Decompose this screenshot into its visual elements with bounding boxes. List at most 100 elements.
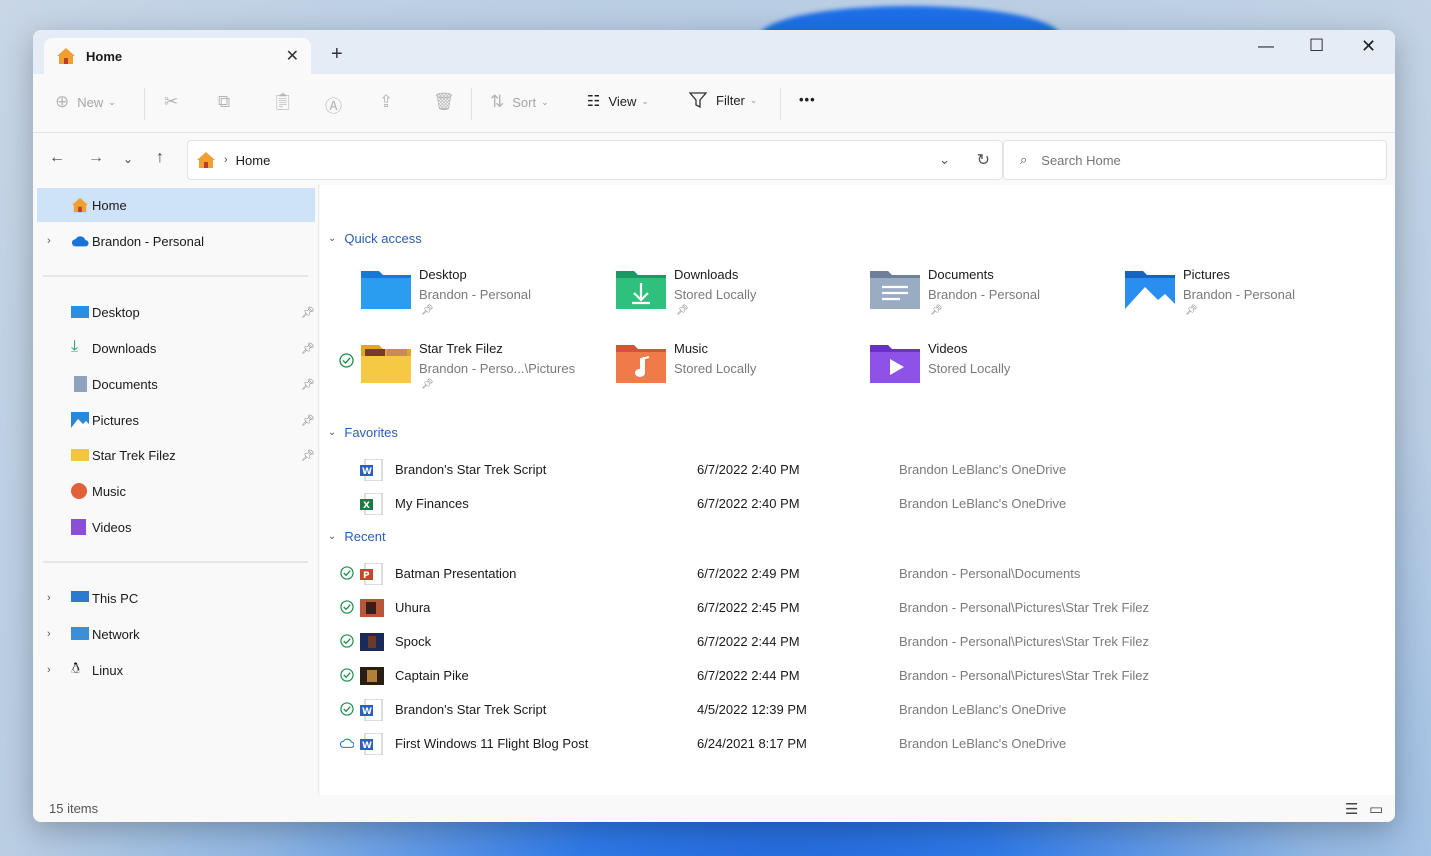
file-location: Brandon LeBlanc's OneDrive bbox=[899, 702, 1067, 717]
table-row[interactable]: W Brandon's Star Trek Script 6/7/2022 2:… bbox=[320, 453, 1395, 487]
synced-check-icon bbox=[340, 566, 354, 580]
back-icon[interactable]: ← bbox=[49, 149, 65, 167]
quick-access-header[interactable]: ⌄ Quick access bbox=[328, 231, 422, 246]
file-date: 6/7/2022 2:44 PM bbox=[697, 668, 800, 683]
file-date: 6/7/2022 2:40 PM bbox=[697, 462, 800, 477]
minimize-icon[interactable]: — bbox=[1258, 38, 1274, 56]
image-thumbnail-icon bbox=[360, 633, 384, 651]
sidebar-item-home[interactable]: Home bbox=[37, 188, 315, 222]
view-button[interactable]: ☷ View ⌄ bbox=[587, 92, 649, 110]
copy-button[interactable]: ⧉ bbox=[218, 92, 230, 112]
synced-check-icon bbox=[340, 634, 354, 648]
table-row[interactable]: W Brandon's Star Trek Script 4/5/2022 12… bbox=[320, 693, 1395, 727]
file-name: My Finances bbox=[395, 496, 469, 511]
pin-icon[interactable]: 📌︎ bbox=[301, 342, 315, 355]
svg-text:X: X bbox=[363, 501, 370, 511]
close-window-icon[interactable]: ✕ bbox=[1361, 36, 1376, 57]
sidebar-label: Documents bbox=[92, 376, 158, 392]
share-button[interactable]: ⇪ bbox=[379, 92, 393, 112]
chevron-right-icon[interactable]: › bbox=[47, 592, 51, 604]
sidebar-item-desktop[interactable]: Desktop 📌︎ bbox=[37, 295, 315, 329]
sidebar-item-music[interactable]: Music bbox=[37, 474, 315, 508]
more-options-button[interactable]: ••• bbox=[799, 92, 816, 107]
file-location: Brandon LeBlanc's OneDrive bbox=[899, 462, 1067, 477]
close-tab-icon[interactable]: ✕ bbox=[286, 46, 299, 66]
details-view-icon[interactable]: ☰ bbox=[1345, 800, 1358, 818]
sidebar-label: Brandon - Personal bbox=[92, 233, 205, 249]
sidebar-item-network[interactable]: › Network bbox=[37, 617, 315, 651]
quick-access-documents[interactable]: Documents Brandon - Personal 📌︎ bbox=[870, 263, 1120, 323]
toolbar-divider bbox=[144, 88, 145, 120]
table-row[interactable]: X My Finances 6/7/2022 2:40 PM Brandon L… bbox=[320, 487, 1395, 521]
address-dropdown-icon[interactable]: ⌄ bbox=[939, 152, 950, 168]
rename-button[interactable]: Ⓐ bbox=[325, 92, 342, 117]
quick-access-star-trek-filez[interactable]: Star Trek Filez Brandon - Perso...\Pictu… bbox=[339, 337, 611, 397]
quick-access-videos[interactable]: Videos Stored Locally bbox=[870, 337, 1120, 397]
recent-locations-icon[interactable]: ⌄ bbox=[123, 152, 133, 166]
search-input[interactable]: ⌕ Search Home bbox=[1003, 140, 1387, 180]
forward-icon[interactable]: → bbox=[88, 149, 104, 167]
copy-icon: ⧉ bbox=[218, 92, 231, 111]
table-row[interactable]: Captain Pike 6/7/2022 2:44 PM Brandon - … bbox=[320, 659, 1395, 693]
paste-button[interactable]: 📋︎ bbox=[272, 92, 294, 112]
sidebar-item-linux[interactable]: › 🐧︎ Linux bbox=[37, 653, 315, 687]
sidebar-item-documents[interactable]: Documents 📌︎ bbox=[37, 367, 315, 401]
pin-icon: 📌︎ bbox=[676, 305, 689, 316]
chevron-right-icon[interactable]: › bbox=[47, 664, 51, 676]
videos-icon bbox=[71, 519, 86, 535]
sort-button[interactable]: ⇅ Sort ⌄ bbox=[490, 92, 549, 112]
pin-icon[interactable]: 📌︎ bbox=[301, 414, 315, 427]
word-document-icon: W bbox=[360, 459, 383, 481]
sidebar-item-star-trek-filez[interactable]: Star Trek Filez 📌︎ bbox=[37, 438, 315, 472]
table-row[interactable]: Uhura 6/7/2022 2:45 PM Brandon - Persona… bbox=[320, 591, 1395, 625]
pin-icon[interactable]: 📌︎ bbox=[301, 306, 315, 319]
chevron-down-icon: ⌄ bbox=[328, 427, 337, 438]
videos-folder-icon bbox=[870, 345, 920, 383]
quick-access-pictures[interactable]: Pictures Brandon - Personal 📌︎ bbox=[1125, 263, 1375, 323]
favorites-header[interactable]: ⌄ Favorites bbox=[328, 425, 398, 440]
sidebar-item-videos[interactable]: Videos bbox=[37, 510, 315, 544]
address-bar[interactable]: › Home ⌄ ↻ bbox=[187, 140, 1003, 180]
sidebar-item-this-pc[interactable]: › This PC bbox=[37, 581, 315, 615]
tiles-view-icon[interactable]: ▭ bbox=[1369, 800, 1383, 818]
scissors-icon: ✂ bbox=[164, 92, 179, 111]
status-bar: 15 items ☰ ▭ bbox=[33, 795, 1395, 822]
search-placeholder: Search Home bbox=[1041, 152, 1121, 168]
file-name: Brandon's Star Trek Script bbox=[395, 462, 547, 477]
tab-home[interactable]: Home ✕ bbox=[44, 38, 311, 74]
maximize-icon[interactable]: ☐ bbox=[1309, 36, 1324, 56]
new-button[interactable]: ⊕ New ⌄ bbox=[55, 92, 116, 112]
pin-icon[interactable]: 📌︎ bbox=[301, 378, 315, 391]
synced-check-icon bbox=[340, 668, 354, 682]
sort-label: Sort bbox=[512, 94, 537, 110]
up-icon[interactable]: ↑ bbox=[156, 149, 164, 167]
new-tab-icon[interactable]: + bbox=[331, 43, 343, 66]
refresh-icon[interactable]: ↻ bbox=[977, 150, 990, 170]
sidebar-item-downloads[interactable]: ⤓ Downloads 📌︎ bbox=[37, 331, 315, 365]
navigation-pane: Home › Brandon - Personal Desktop 📌︎ ⤓ D… bbox=[33, 185, 319, 795]
table-row[interactable]: W First Windows 11 Flight Blog Post 6/24… bbox=[320, 727, 1395, 761]
delete-button[interactable]: 🗑︎ bbox=[433, 92, 455, 112]
quick-access-music[interactable]: Music Stored Locally bbox=[616, 337, 866, 397]
sidebar-label: Linux bbox=[92, 662, 124, 678]
sidebar-item-pictures[interactable]: Pictures 📌︎ bbox=[37, 403, 315, 437]
tile-location: Brandon - Perso...\Pictures bbox=[419, 361, 576, 376]
quick-access-downloads[interactable]: Downloads Stored Locally 📌︎ bbox=[616, 263, 866, 323]
recent-header[interactable]: ⌄ Recent bbox=[328, 529, 386, 544]
section-title: Quick access bbox=[344, 231, 422, 246]
breadcrumb-home[interactable]: Home bbox=[236, 153, 271, 168]
cloud-only-icon bbox=[340, 738, 354, 748]
table-row[interactable]: P Batman Presentation 6/7/2022 2:49 PM B… bbox=[320, 557, 1395, 591]
chevron-right-icon[interactable]: › bbox=[47, 628, 51, 640]
table-row[interactable]: Spock 6/7/2022 2:44 PM Brandon - Persona… bbox=[320, 625, 1395, 659]
sidebar-item-onedrive[interactable]: › Brandon - Personal bbox=[37, 224, 315, 258]
chevron-right-icon[interactable]: › bbox=[47, 235, 51, 247]
cut-button[interactable]: ✂ bbox=[164, 92, 178, 112]
documents-icon bbox=[74, 376, 87, 392]
sort-icon: ⇅ bbox=[490, 92, 505, 111]
filter-button[interactable]: Filter ⌄ bbox=[689, 92, 757, 108]
quick-access-desktop[interactable]: Desktop Brandon - Personal 📌︎ bbox=[361, 263, 611, 323]
sidebar-label: This PC bbox=[92, 590, 139, 606]
pin-icon[interactable]: 📌︎ bbox=[301, 449, 315, 462]
toolbar-divider bbox=[780, 88, 781, 120]
